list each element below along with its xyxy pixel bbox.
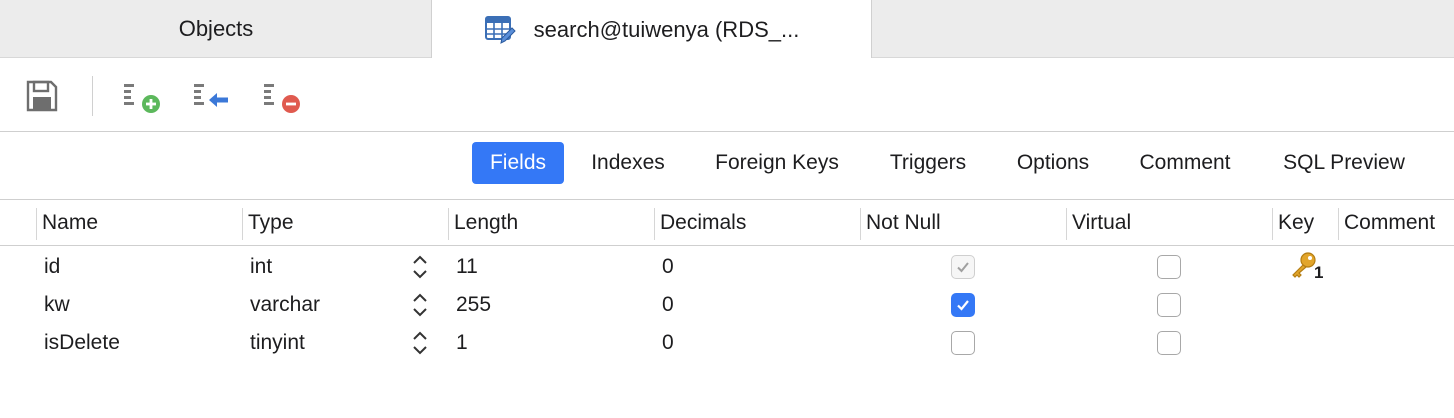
type-stepper-icon[interactable]: [412, 330, 428, 356]
field-name-cell[interactable]: isDelete: [44, 324, 120, 362]
virtual-checkbox[interactable]: [1157, 331, 1181, 355]
toolbar-divider: [92, 76, 93, 116]
virtual-checkbox[interactable]: [1157, 255, 1181, 279]
tab-table-design-label: search@tuiwenya (RDS_...: [533, 16, 800, 42]
fields-grid-header: Name Type Length Decimals Not Null Virtu…: [0, 200, 1454, 246]
field-type-cell[interactable]: int: [250, 248, 272, 286]
type-stepper-icon[interactable]: [412, 292, 428, 318]
subtab-options[interactable]: Options: [1002, 142, 1104, 184]
column-header-length[interactable]: Length: [448, 200, 654, 246]
subtab-fields[interactable]: Fields: [472, 142, 564, 184]
tab-table-design[interactable]: search@tuiwenya (RDS_...: [431, 0, 872, 59]
subtab-indexes[interactable]: Indexes: [578, 142, 678, 184]
tab-objects-label: Objects: [178, 16, 254, 41]
save-icon: [24, 78, 60, 119]
not-null-checkbox[interactable]: [951, 255, 975, 279]
toolbar: [0, 58, 1454, 132]
type-stepper-icon[interactable]: [412, 254, 428, 280]
insert-field-icon: [191, 78, 233, 119]
column-header-not-null[interactable]: Not Null: [860, 200, 1066, 246]
subtab-comment[interactable]: Comment: [1124, 142, 1246, 184]
field-decimals-cell[interactable]: 0: [662, 248, 674, 286]
tab-objects[interactable]: Objects: [0, 0, 432, 58]
column-header-name[interactable]: Name: [36, 200, 242, 246]
table-row[interactable]: kw varchar 255 0: [0, 286, 1454, 324]
column-header-decimals[interactable]: Decimals: [654, 200, 860, 246]
table-row[interactable]: id int 11 0 1: [0, 248, 1454, 286]
field-length-cell[interactable]: 11: [456, 248, 478, 286]
insert-field-button[interactable]: [192, 78, 232, 118]
delete-field-icon: [261, 78, 303, 119]
save-button[interactable]: [22, 78, 62, 118]
delete-field-button[interactable]: [262, 78, 302, 118]
tab-bar: Objects search@tuiwenya (RDS_...: [0, 0, 1454, 59]
field-length-cell[interactable]: 255: [456, 286, 491, 324]
field-name-cell[interactable]: kw: [44, 286, 70, 324]
subtab-triggers[interactable]: Triggers: [876, 142, 980, 184]
field-name-cell[interactable]: id: [44, 248, 60, 286]
not-null-checkbox[interactable]: [951, 293, 975, 317]
field-decimals-cell[interactable]: 0: [662, 324, 674, 362]
column-header-comment[interactable]: Comment: [1338, 200, 1454, 246]
field-length-cell[interactable]: 1: [456, 324, 468, 362]
column-header-key[interactable]: Key: [1272, 200, 1338, 246]
not-null-checkbox[interactable]: [951, 331, 975, 355]
subtab-foreign-keys[interactable]: Foreign Keys: [700, 142, 854, 184]
add-field-icon: [121, 78, 163, 119]
design-subtabs: Fields Indexes Foreign Keys Triggers Opt…: [0, 132, 1454, 200]
virtual-checkbox[interactable]: [1157, 293, 1181, 317]
add-field-button[interactable]: [122, 78, 162, 118]
column-header-type[interactable]: Type: [242, 200, 448, 246]
field-decimals-cell[interactable]: 0: [662, 286, 674, 324]
field-type-cell[interactable]: varchar: [250, 286, 320, 324]
table-design-icon: [484, 14, 516, 46]
column-header-virtual[interactable]: Virtual: [1066, 200, 1272, 246]
subtab-sql-preview[interactable]: SQL Preview: [1268, 142, 1420, 184]
field-type-cell[interactable]: tinyint: [250, 324, 305, 362]
table-row[interactable]: isDelete tinyint 1 0: [0, 324, 1454, 362]
